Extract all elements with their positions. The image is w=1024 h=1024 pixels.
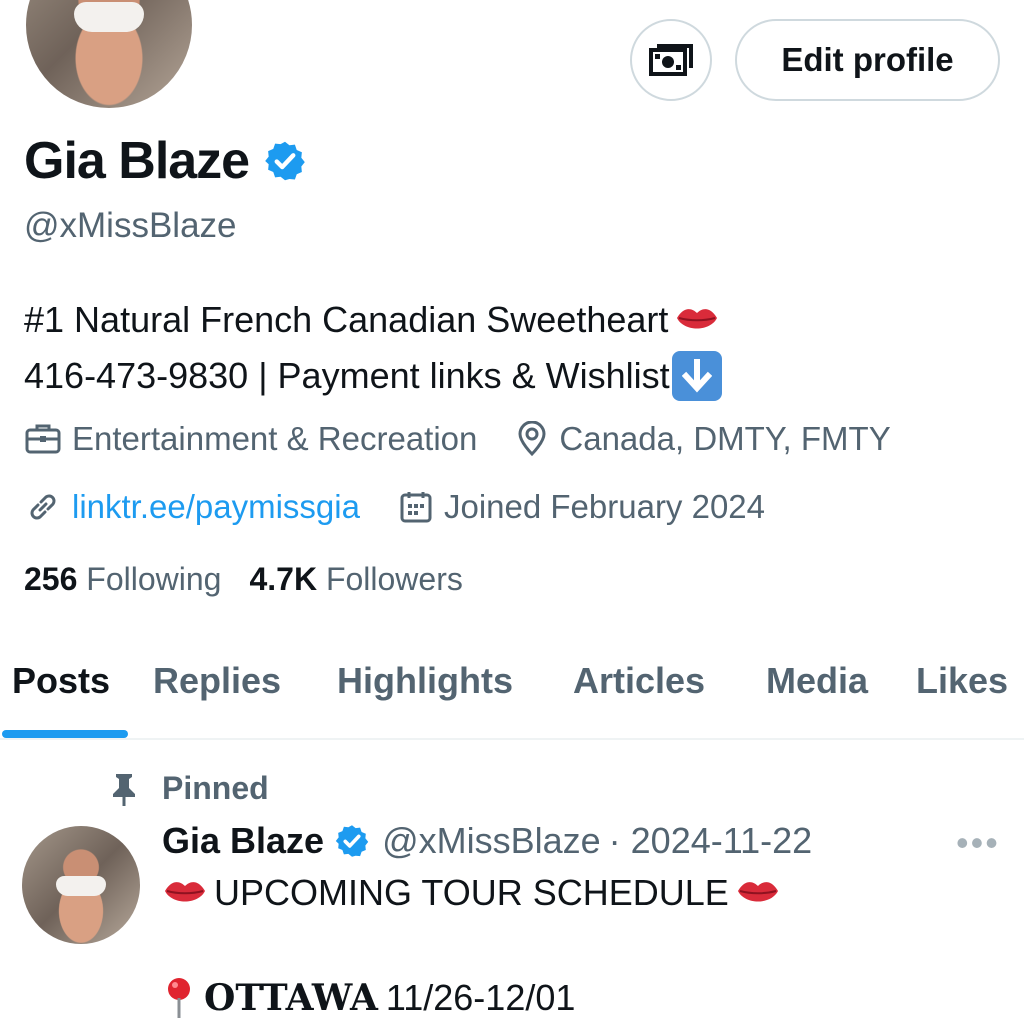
post-text-line-1: UPCOMING TOUR SCHEDULE [162,872,781,914]
post-author-handle[interactable]: @xMissBlaze [382,820,601,862]
pinned-label: Pinned [162,770,269,806]
post-headline: UPCOMING TOUR SCHEDULE [214,872,729,913]
post-author-name[interactable]: Gia Blaze [162,820,324,862]
tip-button[interactable] [630,19,712,101]
tab-likes[interactable]: Likes [916,660,1008,702]
profile-meta-row-2: linktr.ee/paymissgia Joined February 202… [24,488,765,526]
tab-articles[interactable]: Articles [573,660,705,702]
category-item: Entertainment & Recreation [24,420,477,458]
bio-line-2: 416-473-9830 | Payment links & Wishlist [24,355,670,396]
location-pin-icon [518,421,546,457]
joined-text: Joined February 2024 [443,488,766,525]
edit-profile-label: Edit profile [781,41,954,78]
profile-name: Gia Blaze [24,132,250,190]
website-link[interactable]: linktr.ee/paymissgia [72,488,360,526]
pin-icon [113,773,135,806]
calendar-icon [400,492,432,523]
profile-bio: #1 Natural French Canadian Sweetheart 41… [24,292,722,404]
location-text: Canada, DMTY, FMTY [559,420,891,457]
briefcase-icon [25,424,61,454]
lips-icon [677,309,718,329]
down-arrow-icon [671,351,722,401]
money-icon [649,44,693,76]
followers-label: Followers [325,561,463,597]
round-pushpin-icon [168,978,190,1018]
post-more-button[interactable]: ••• [956,822,1000,864]
following-count: 256 [24,561,78,597]
tab-media[interactable]: Media [766,660,868,702]
joined-item: Joined February 2024 [398,488,765,526]
profile-handle: @xMissBlaze [24,206,237,245]
lips-icon [737,882,778,902]
link-icon [30,494,56,520]
bio-line-1: #1 Natural French Canadian Sweetheart [24,299,669,340]
category-text: Entertainment & Recreation [72,420,478,457]
post-avatar[interactable] [22,826,140,944]
post-date[interactable]: · 2024-11-22 [609,820,812,862]
profile-meta-row-1: Entertainment & Recreation Canada, DMTY,… [24,420,891,458]
post-dates: 11/26-12/01 [385,977,576,1018]
post-header: Gia Blaze @xMissBlaze · 2024-11-22 [162,820,812,862]
lips-icon [165,882,205,902]
verified-badge-icon [335,825,369,857]
follow-stats: 256 Following 4.7K Followers [24,561,463,598]
followers-stat[interactable]: 4.7K Followers [249,561,462,598]
tab-replies[interactable]: Replies [153,660,281,702]
pinned-indicator: Pinned [108,770,269,807]
profile-avatar[interactable] [22,0,196,112]
website-item[interactable]: linktr.ee/paymissgia [24,488,360,526]
profile-name-row: Gia Blaze [24,131,307,191]
location-item: Canada, DMTY, FMTY [515,420,891,458]
tab-posts[interactable]: Posts [12,660,110,702]
following-label: Following [86,561,222,597]
post-city: OTTAWA [204,977,378,1019]
post-text-line-2: OTTAWA 11/26-12/01 [162,976,575,1020]
followers-count: 4.7K [249,561,318,597]
tab-highlights[interactable]: Highlights [337,660,513,702]
active-tab-indicator [2,730,128,738]
edit-profile-button[interactable]: Edit profile [735,19,1000,101]
verified-badge-icon[interactable] [263,139,307,183]
profile-tabs: Posts Replies Highlights Articles Media … [0,640,1024,740]
following-stat[interactable]: 256 Following [24,561,221,598]
